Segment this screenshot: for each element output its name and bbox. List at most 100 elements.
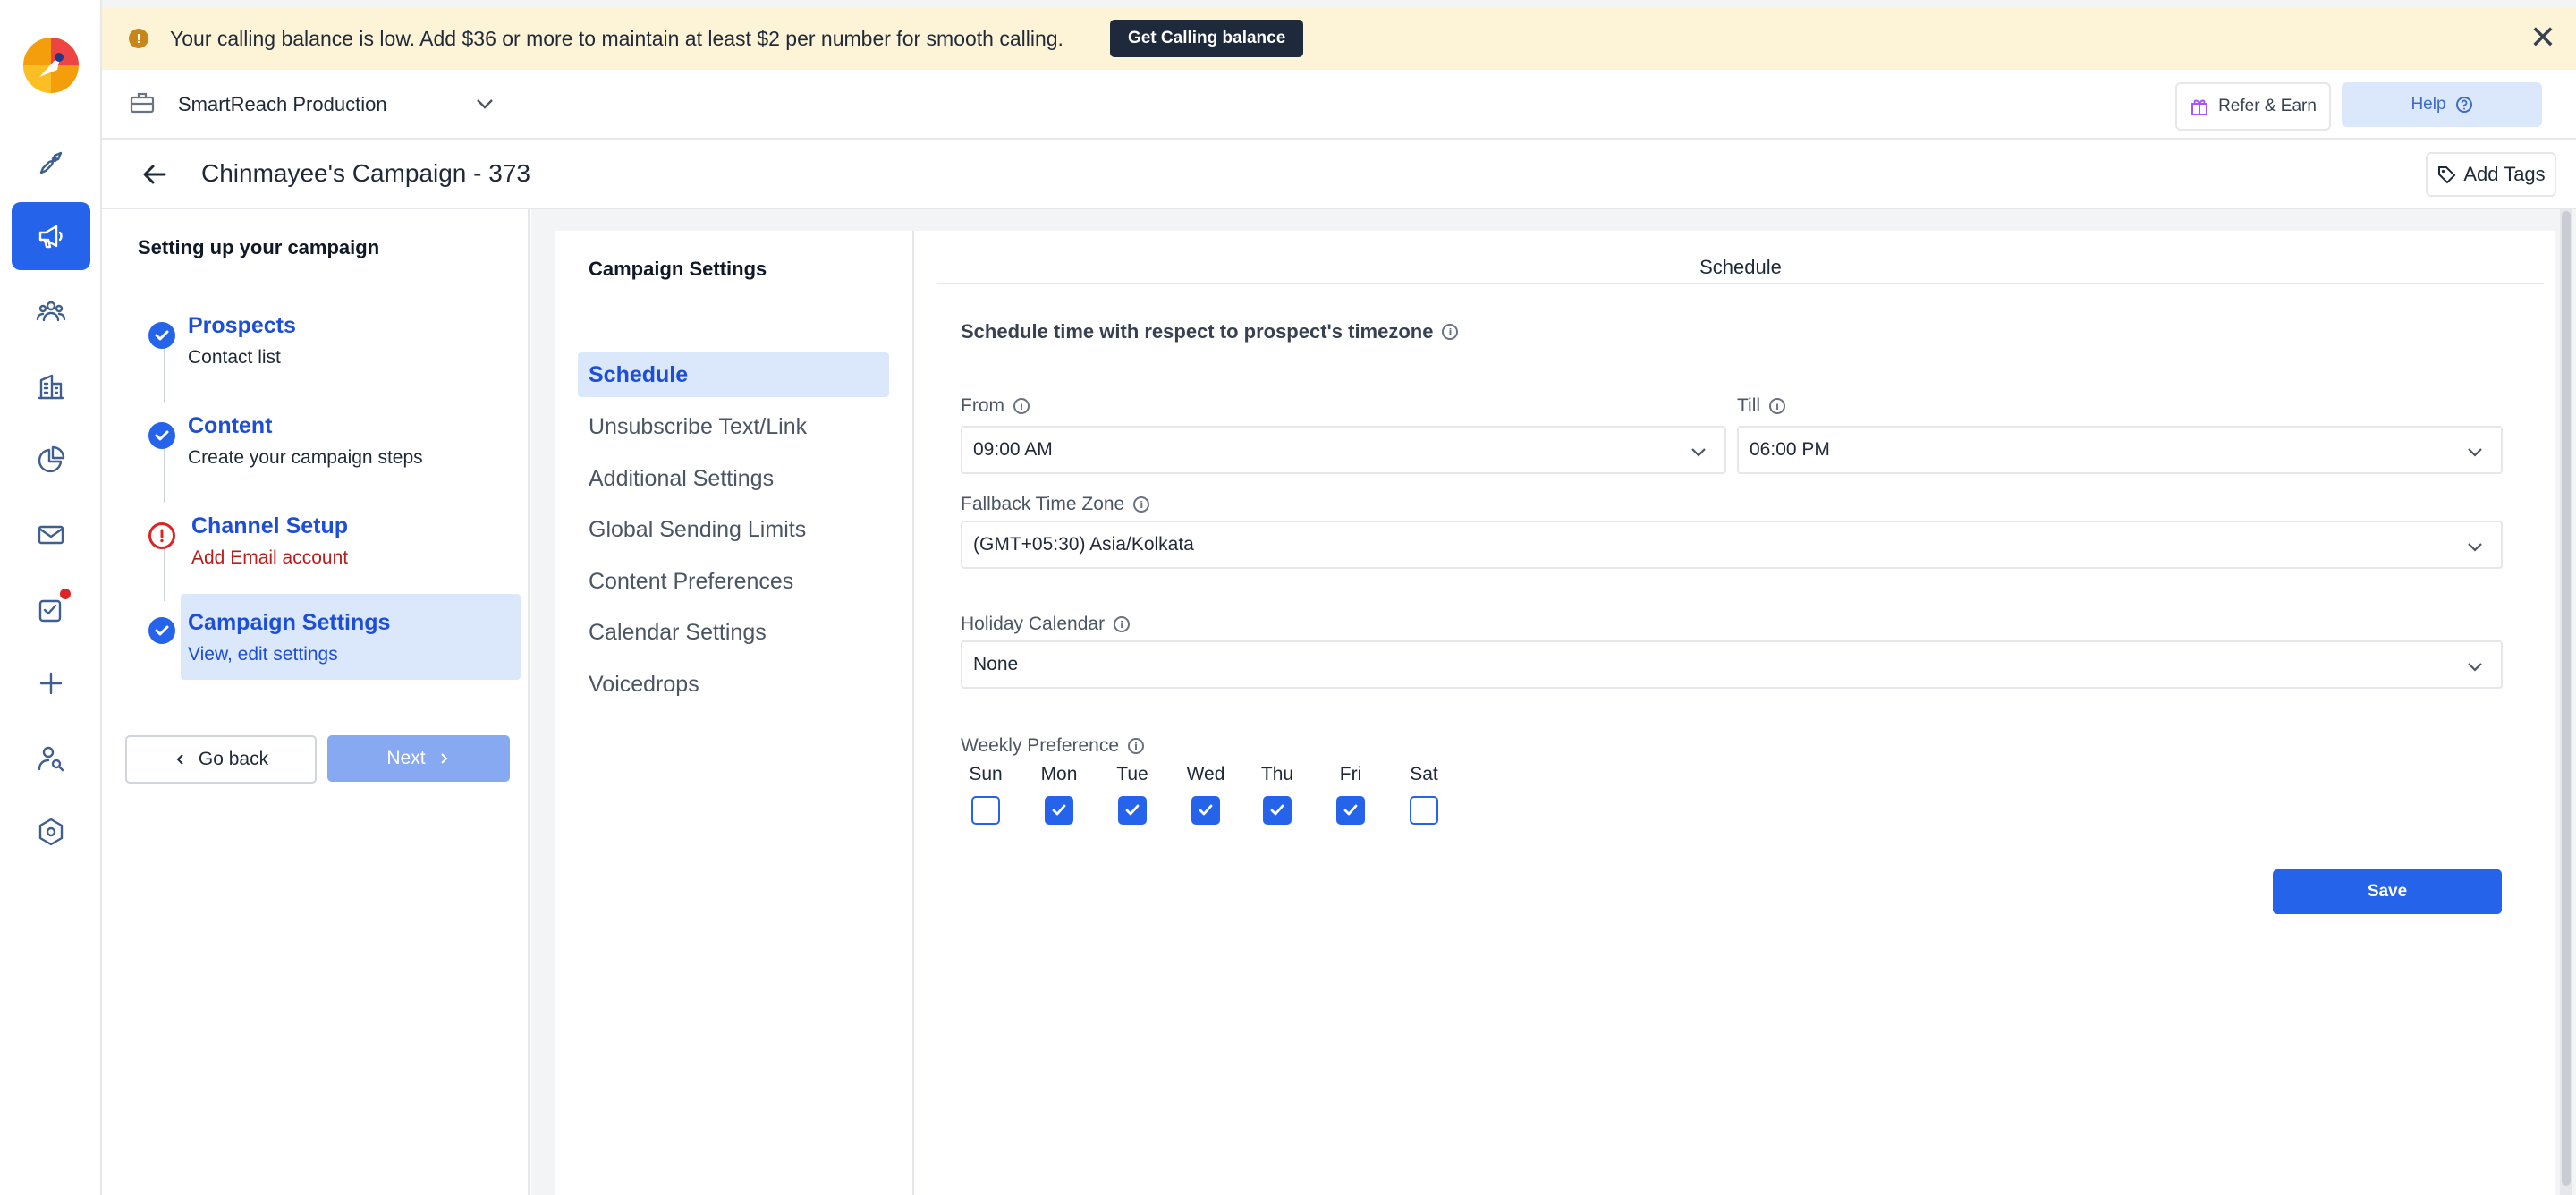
stepper-heading: Setting up your campaign (138, 236, 380, 258)
close-icon[interactable]: ✕ (2529, 21, 2556, 54)
nav-accounts[interactable] (12, 352, 90, 420)
day-label-sat: Sat (1410, 764, 1438, 784)
menu-item-global-sending-limits[interactable]: Global Sending Limits (578, 507, 889, 552)
page-scrollbar[interactable] (2560, 209, 2572, 1195)
gift-icon (2191, 99, 2208, 115)
menu-item-content-preferences[interactable]: Content Preferences (578, 559, 889, 604)
menu-item-voicedrops[interactable]: Voicedrops (578, 662, 889, 707)
from-label: From i (961, 395, 1030, 417)
team-icon (36, 301, 66, 322)
app-logo-icon[interactable] (21, 36, 80, 95)
get-calling-balance-button[interactable]: Get Calling balance (1109, 20, 1304, 57)
checkbox-thu[interactable] (1263, 796, 1292, 825)
check-circle-icon (148, 322, 175, 349)
nav-people-search[interactable] (12, 725, 90, 792)
chevron-down-icon (2468, 543, 2482, 552)
till-label-text: Till (1737, 395, 1761, 416)
help-circle-icon (2455, 97, 2472, 113)
chevron-down-icon[interactable] (473, 92, 496, 115)
nav-rocket[interactable] (12, 129, 90, 197)
banner-message: Your calling balance is low. Add $36 or … (170, 26, 1063, 50)
info-icon[interactable]: i (1114, 616, 1131, 632)
info-icon[interactable]: i (1442, 324, 1459, 340)
nav-settings[interactable] (12, 798, 90, 866)
info-icon[interactable]: i (1133, 496, 1150, 513)
checkbox-mon[interactable] (1045, 796, 1073, 825)
step-channel-setup[interactable]: Channel Setup Add Email account (125, 503, 510, 589)
step-name: Prospects (188, 313, 296, 338)
holiday-calendar-select[interactable]: None (961, 640, 2503, 689)
info-icon[interactable]: i (1128, 738, 1145, 754)
from-time-select[interactable]: 09:00 AM (961, 426, 1726, 474)
next-button[interactable]: Next (327, 735, 510, 782)
check-circle-icon (148, 617, 175, 644)
campaign-title: Chinmayee's Campaign - 373 (201, 159, 530, 187)
building-icon (38, 374, 64, 400)
menu-item-calendar-settings[interactable]: Calendar Settings (578, 610, 889, 655)
nav-add[interactable] (12, 649, 90, 717)
info-icon[interactable]: i (1013, 398, 1030, 414)
menu-item-additional-settings[interactable]: Additional Settings (578, 456, 889, 501)
checkbox-sun[interactable] (971, 796, 1000, 825)
top-strip (102, 0, 2576, 7)
fallback-timezone-select[interactable]: (GMT+05:30) Asia/Kolkata (961, 521, 2503, 569)
holiday-calendar-label: Holiday Calendar i (961, 614, 1131, 635)
user-search-icon (38, 746, 64, 772)
weekly-preference-label: Weekly Preference i (961, 735, 1145, 757)
step-subtitle: View, edit settings (188, 644, 338, 665)
nav-inbox[interactable] (12, 501, 90, 569)
checkbox-tue[interactable] (1118, 796, 1147, 825)
check-icon (1052, 804, 1066, 816)
add-tags-label: Add Tags (2463, 163, 2546, 185)
chevron-down-icon (2468, 448, 2482, 457)
menu-item-schedule[interactable]: Schedule (578, 352, 889, 397)
notification-dot (60, 589, 71, 599)
checkbox-wed[interactable] (1191, 796, 1220, 825)
checkbox-fri[interactable] (1336, 796, 1365, 825)
fallback-timezone-value: (GMT+05:30) Asia/Kolkata (973, 534, 1194, 555)
checkbox-sat[interactable] (1410, 796, 1438, 825)
step-subtitle: Contact list (188, 347, 281, 368)
panel-title: Schedule (937, 231, 2544, 284)
tag-icon (2438, 166, 2456, 184)
schedule-panel: Schedule Schedule time with respect to p… (912, 231, 2555, 1195)
campaign-settings-menu: Campaign Settings Schedule Unsubscribe T… (555, 231, 912, 1195)
step-campaign-settings[interactable]: Campaign Settings View, edit settings (125, 594, 521, 680)
menu-item-unsubscribe[interactable]: Unsubscribe Text/Link (578, 404, 889, 449)
scrollbar-thumb[interactable] (2562, 211, 2571, 1186)
briefcase-icon (129, 89, 156, 116)
from-label-text: From (961, 395, 1004, 416)
till-time-value: 06:00 PM (1750, 439, 1830, 460)
settings-menu-heading: Campaign Settings (589, 258, 767, 280)
info-icon[interactable]: i (1769, 398, 1786, 414)
step-content[interactable]: Content Create your campaign steps (125, 403, 510, 488)
help-button[interactable]: Help (2342, 82, 2542, 127)
pie-chart-icon (38, 445, 65, 473)
chevron-down-icon (1691, 448, 1706, 457)
add-tags-button[interactable]: Add Tags (2426, 152, 2556, 197)
save-button[interactable]: Save (2273, 869, 2502, 914)
workspace-header: SmartReach Production Refer & Earn Help (102, 70, 2576, 140)
go-back-button[interactable]: Go back (125, 735, 317, 784)
app-sidebar (0, 0, 102, 1195)
chevron-down-icon (2468, 663, 2482, 672)
nav-campaigns[interactable] (12, 202, 90, 270)
day-label-wed: Wed (1186, 764, 1225, 784)
step-prospects[interactable]: Prospects Contact list (125, 302, 510, 388)
task-icon (38, 599, 62, 623)
nav-tasks[interactable] (12, 576, 90, 644)
day-label-tue: Tue (1116, 764, 1148, 784)
check-icon (1343, 804, 1358, 816)
workspace-name[interactable]: SmartReach Production (178, 93, 387, 116)
arrow-left-icon[interactable] (140, 159, 170, 190)
nav-reports[interactable] (12, 426, 90, 494)
check-circle-icon (148, 422, 175, 449)
refer-earn-button[interactable]: Refer & Earn (2175, 82, 2331, 131)
day-label-sun: Sun (969, 764, 1003, 784)
till-time-select[interactable]: 06:00 PM (1737, 426, 2503, 474)
till-label: Till i (1737, 395, 1786, 417)
day-label-mon: Mon (1040, 764, 1078, 784)
nav-prospects[interactable] (12, 277, 90, 345)
campaign-setup-stepper: Setting up your campaign Prospects Conta… (102, 209, 530, 1195)
go-back-label: Go back (198, 749, 269, 769)
